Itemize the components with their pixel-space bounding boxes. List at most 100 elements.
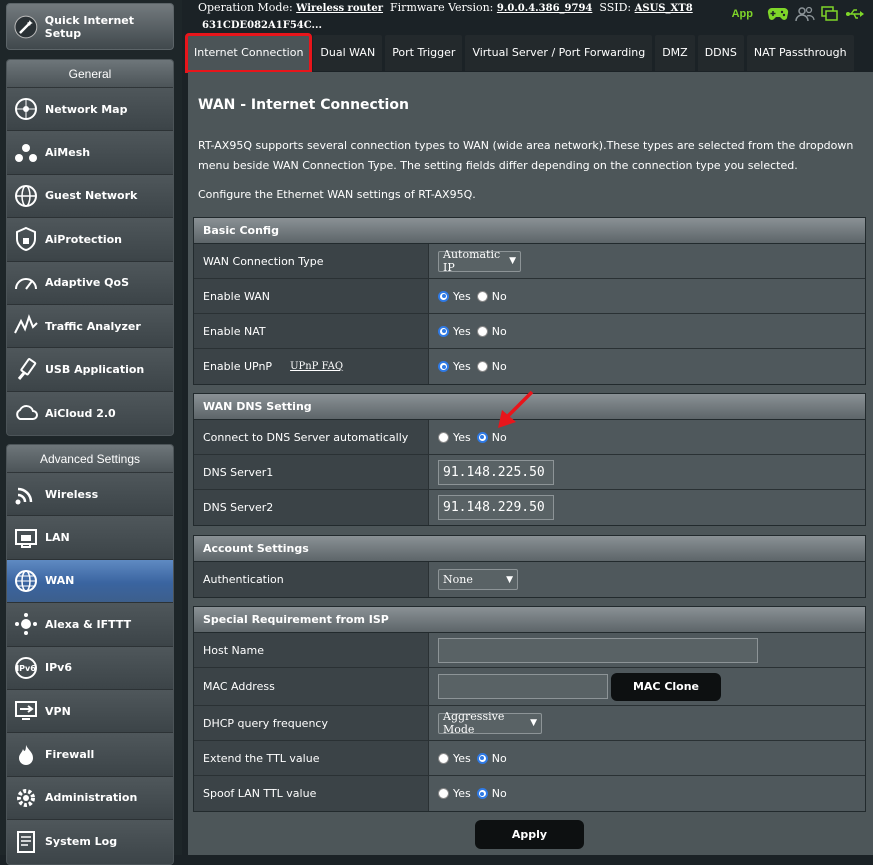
enable-wan-yes[interactable]: Yes: [438, 290, 471, 303]
radio-dot: [438, 361, 449, 372]
wan-type-select[interactable]: Automatic IP ▼: [438, 248, 521, 274]
gamepad-icon[interactable]: [767, 6, 789, 22]
sidebar-item-aicloud[interactable]: AiCloud 2.0: [7, 391, 173, 436]
chevron-down-icon: ▼: [530, 718, 537, 728]
radio-dot: [476, 290, 488, 302]
dns-auto-label: Connect to DNS Server automatically: [194, 420, 429, 454]
sidebar-item-wireless[interactable]: Wireless: [7, 473, 173, 517]
sidebar-item-lan[interactable]: LAN: [7, 516, 173, 560]
radio-label: Yes: [453, 787, 471, 800]
sidebar-item-usb-application[interactable]: USB Application: [7, 348, 173, 392]
spoof-ttl-no[interactable]: No: [476, 787, 507, 800]
tab-virtual-server[interactable]: Virtual Server / Port Forwarding: [465, 35, 653, 71]
tab-nat-passthrough[interactable]: NAT Passthrough: [746, 35, 854, 71]
enable-upnp-no[interactable]: No: [476, 360, 507, 373]
sidebar-item-vpn[interactable]: VPN: [7, 689, 173, 734]
firewall-icon: [12, 741, 40, 769]
radio-dot: [476, 431, 488, 443]
tab-internet-connection[interactable]: Internet Connection: [184, 33, 313, 73]
radio-label: No: [491, 787, 507, 800]
sidebar-item-wan[interactable]: WAN: [7, 559, 173, 604]
spoof-ttl-yes[interactable]: Yes: [438, 787, 471, 800]
quick-internet-setup-button[interactable]: Quick Internet Setup: [6, 3, 174, 50]
main-content: WAN - Internet Connection RT-AX95Q suppo…: [188, 72, 873, 855]
enable-wan-no[interactable]: No: [476, 290, 507, 303]
aicloud-icon: [12, 399, 40, 427]
guest-network-icon: [12, 182, 40, 210]
sidebar-item-adaptive-qos[interactable]: Adaptive QoS: [7, 261, 173, 305]
dns1-input[interactable]: 91.148.225.50: [438, 459, 554, 485]
ttl-no[interactable]: No: [476, 752, 507, 765]
general-header: General: [7, 60, 173, 88]
dns2-row: DNS Server2 91.148.229.50: [194, 490, 865, 525]
mac-address-input[interactable]: [438, 674, 608, 699]
copy-icon[interactable]: [821, 6, 839, 22]
dns-auto-no[interactable]: No: [476, 430, 507, 444]
host-name-input[interactable]: [438, 637, 758, 663]
chevron-down-icon: ▼: [506, 574, 513, 585]
radio-dot: [438, 788, 449, 799]
enable-nat-label: Enable NAT: [194, 314, 429, 348]
fw-link[interactable]: 9.0.0.4.386_9794: [497, 3, 592, 14]
radio-dot: [476, 325, 488, 337]
sidebar: Quick Internet Setup General Network Map…: [0, 0, 182, 865]
op-mode-link[interactable]: Wireless router: [296, 3, 383, 14]
upnp-faq-link[interactable]: UPnP FAQ: [290, 361, 343, 372]
sidebar-item-label: System Log: [45, 835, 118, 849]
administration-icon: [12, 784, 40, 812]
dns-auto-yes[interactable]: Yes: [438, 431, 471, 444]
enable-nat-yes[interactable]: Yes: [438, 325, 471, 338]
sidebar-item-administration[interactable]: Administration: [7, 776, 173, 821]
enable-upnp-yes[interactable]: Yes: [438, 360, 471, 373]
sidebar-item-label: WAN: [45, 574, 75, 588]
auth-row: Authentication None ▼: [194, 562, 865, 597]
dns1-row: DNS Server1 91.148.225.50: [194, 455, 865, 490]
ipv6-icon: IPv6: [12, 654, 40, 682]
sidebar-item-firewall[interactable]: Firewall: [7, 733, 173, 777]
isp-header: Special Requirement from ISP: [194, 607, 865, 633]
page-title: WAN - Internet Connection: [198, 97, 409, 113]
dhcp-select[interactable]: Aggressive Mode ▼: [438, 710, 542, 736]
account-section: Account Settings Authentication None ▼: [193, 535, 866, 598]
aimesh-icon: [12, 139, 40, 167]
sidebar-item-traffic-analyzer[interactable]: Traffic Analyzer: [7, 304, 173, 349]
sidebar-item-ipv6[interactable]: IPv6 IPv6: [7, 646, 173, 690]
wand-icon: [14, 15, 38, 38]
sidebar-item-label: VPN: [45, 704, 71, 718]
apply-button[interactable]: Apply: [475, 820, 584, 849]
sidebar-item-aiprotection[interactable]: AiProtection: [7, 218, 173, 262]
ttl-yes[interactable]: Yes: [438, 752, 471, 765]
usb-icon[interactable]: [845, 7, 865, 21]
radio-dot: [438, 325, 449, 337]
advanced-menu: Advanced Settings Wireless LAN WAN Alexa…: [6, 444, 174, 865]
enable-upnp-label-cell: Enable UPnP UPnP FAQ: [194, 349, 429, 384]
account-header: Account Settings: [194, 536, 865, 562]
radio-label: Yes: [453, 430, 471, 444]
enable-nat-no[interactable]: No: [476, 325, 507, 338]
dhcp-row: DHCP query frequency Aggressive Mode ▼: [194, 706, 865, 741]
wan-type-row: WAN Connection Type Automatic IP ▼: [194, 244, 865, 279]
radio-dot: [476, 361, 488, 372]
mac-clone-button[interactable]: MAC Clone: [611, 672, 721, 701]
dns1-label: DNS Server1: [194, 455, 429, 489]
auth-select[interactable]: None ▼: [438, 569, 518, 590]
app-link[interactable]: App: [732, 8, 753, 20]
tab-ddns[interactable]: DDNS: [697, 35, 744, 71]
tab-dmz[interactable]: DMZ: [655, 35, 695, 71]
sidebar-item-network-map[interactable]: Network Map: [7, 88, 173, 132]
users-icon[interactable]: [795, 6, 815, 22]
qis-label: Quick Internet Setup: [44, 13, 135, 40]
auth-label: Authentication: [194, 562, 429, 597]
radio-label: No: [491, 430, 507, 444]
tab-port-trigger[interactable]: Port Trigger: [385, 35, 463, 71]
radio-label: Yes: [453, 360, 471, 373]
sidebar-item-guest-network[interactable]: Guest Network: [7, 174, 173, 219]
sidebar-item-label: Guest Network: [45, 189, 138, 203]
sidebar-item-alexa-ifttt[interactable]: Alexa & IFTTT: [7, 603, 173, 647]
sidebar-item-system-log[interactable]: System Log: [7, 820, 173, 864]
tab-dual-wan[interactable]: Dual WAN: [313, 35, 383, 71]
sidebar-item-aimesh[interactable]: AiMesh: [7, 131, 173, 175]
ssid-link[interactable]: ASUS_XT8: [635, 3, 693, 14]
sidebar-item-label: Alexa & IFTTT: [45, 617, 132, 631]
dns2-input[interactable]: 91.148.229.50: [438, 495, 554, 520]
